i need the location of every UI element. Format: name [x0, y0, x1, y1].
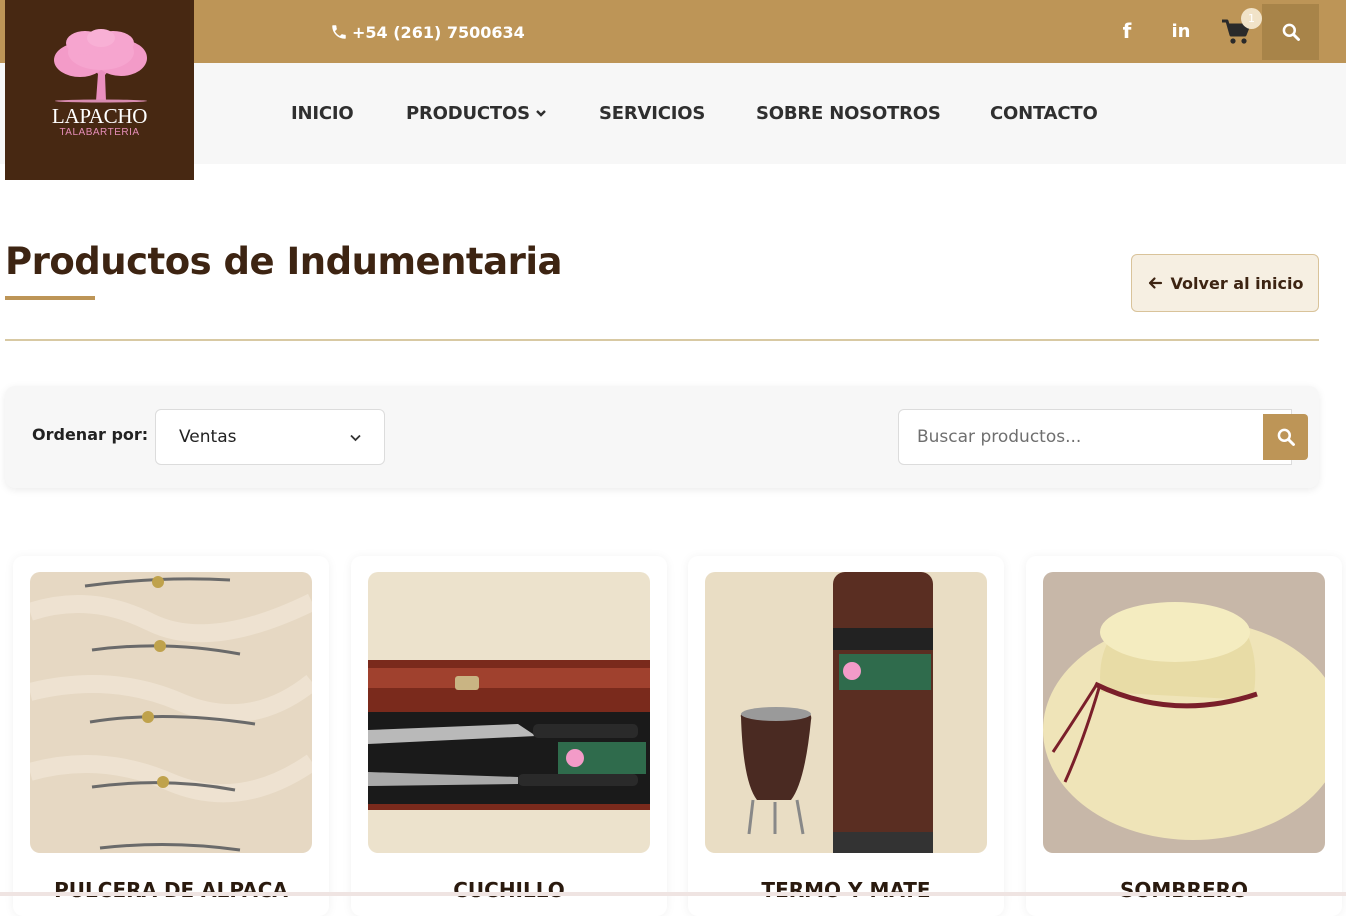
product-search-button[interactable] [1263, 414, 1308, 460]
nav-item-productos[interactable]: PRODUCTOS [406, 101, 547, 125]
chevron-down-icon [350, 434, 361, 442]
product-image-knife[interactable] [368, 572, 650, 853]
tree-logo-icon [54, 29, 147, 103]
back-home-button[interactable]: Volver al inicio [1131, 254, 1319, 312]
nav-item-contacto[interactable]: CONTACTO [990, 101, 1098, 125]
phone-number: +54 (261) 7500634 [352, 22, 525, 42]
product-image-bracelet[interactable] [30, 572, 312, 853]
product-card[interactable]: SOMBRERO [1026, 556, 1342, 916]
facebook-icon: f [1122, 19, 1132, 43]
product-name[interactable]: SOMBRERO [1026, 878, 1342, 902]
facebook-link[interactable]: f [1114, 18, 1140, 44]
product-search-input[interactable] [898, 409, 1292, 465]
product-name[interactable]: PULCERA DE ALPACA [13, 878, 329, 902]
logo[interactable]: LAPACHO TALABARTERIA [5, 0, 194, 180]
linkedin-link[interactable]: in [1168, 18, 1194, 44]
hat-image [1043, 572, 1325, 853]
arrow-left-icon [1148, 277, 1162, 289]
knife-image [368, 572, 650, 853]
nav-item-servicios[interactable]: SERVICIOS [599, 101, 705, 125]
product-image-thermos-mate[interactable] [705, 572, 987, 853]
product-name[interactable]: CUCHILLO [351, 878, 667, 902]
top-bar [0, 0, 1346, 63]
back-home-label: Volver al inicio [1170, 273, 1304, 293]
phone-icon [332, 25, 346, 39]
section-divider [5, 339, 1319, 341]
logo-subtitle: TALABARTERIA [59, 127, 140, 138]
header-phone[interactable]: +54 (261) 7500634 [330, 20, 525, 44]
nav-item-label: PRODUCTOS [406, 102, 530, 124]
linkedin-icon: in [1171, 20, 1191, 42]
order-select[interactable]: Ventas [155, 409, 385, 465]
header-search-button[interactable] [1262, 4, 1319, 60]
bottom-edge [0, 892, 1346, 896]
bracelet-image [30, 572, 312, 853]
cart-count-badge: 1 [1241, 8, 1262, 29]
search-icon [1282, 23, 1300, 41]
page-title: Productos de Indumentaria [5, 240, 563, 283]
logo-text: LAPACHO [51, 104, 148, 128]
product-card[interactable]: TERMO Y MATE [688, 556, 1004, 916]
title-underline [5, 296, 95, 300]
order-select-value: Ventas [179, 427, 237, 447]
chevron-down-icon [536, 110, 546, 117]
nav-item-sobre-nosotros[interactable]: SOBRE NOSOTROS [756, 101, 941, 125]
order-label: Ordenar por: [32, 425, 149, 444]
search-icon [1277, 428, 1295, 446]
nav-item-inicio[interactable]: INICIO [291, 101, 354, 125]
product-image-hat[interactable] [1043, 572, 1325, 853]
product-card[interactable]: CUCHILLO [351, 556, 667, 916]
product-name[interactable]: TERMO Y MATE [688, 878, 1004, 902]
product-card[interactable]: PULCERA DE ALPACA [13, 556, 329, 916]
thermos-mate-image [705, 572, 987, 853]
